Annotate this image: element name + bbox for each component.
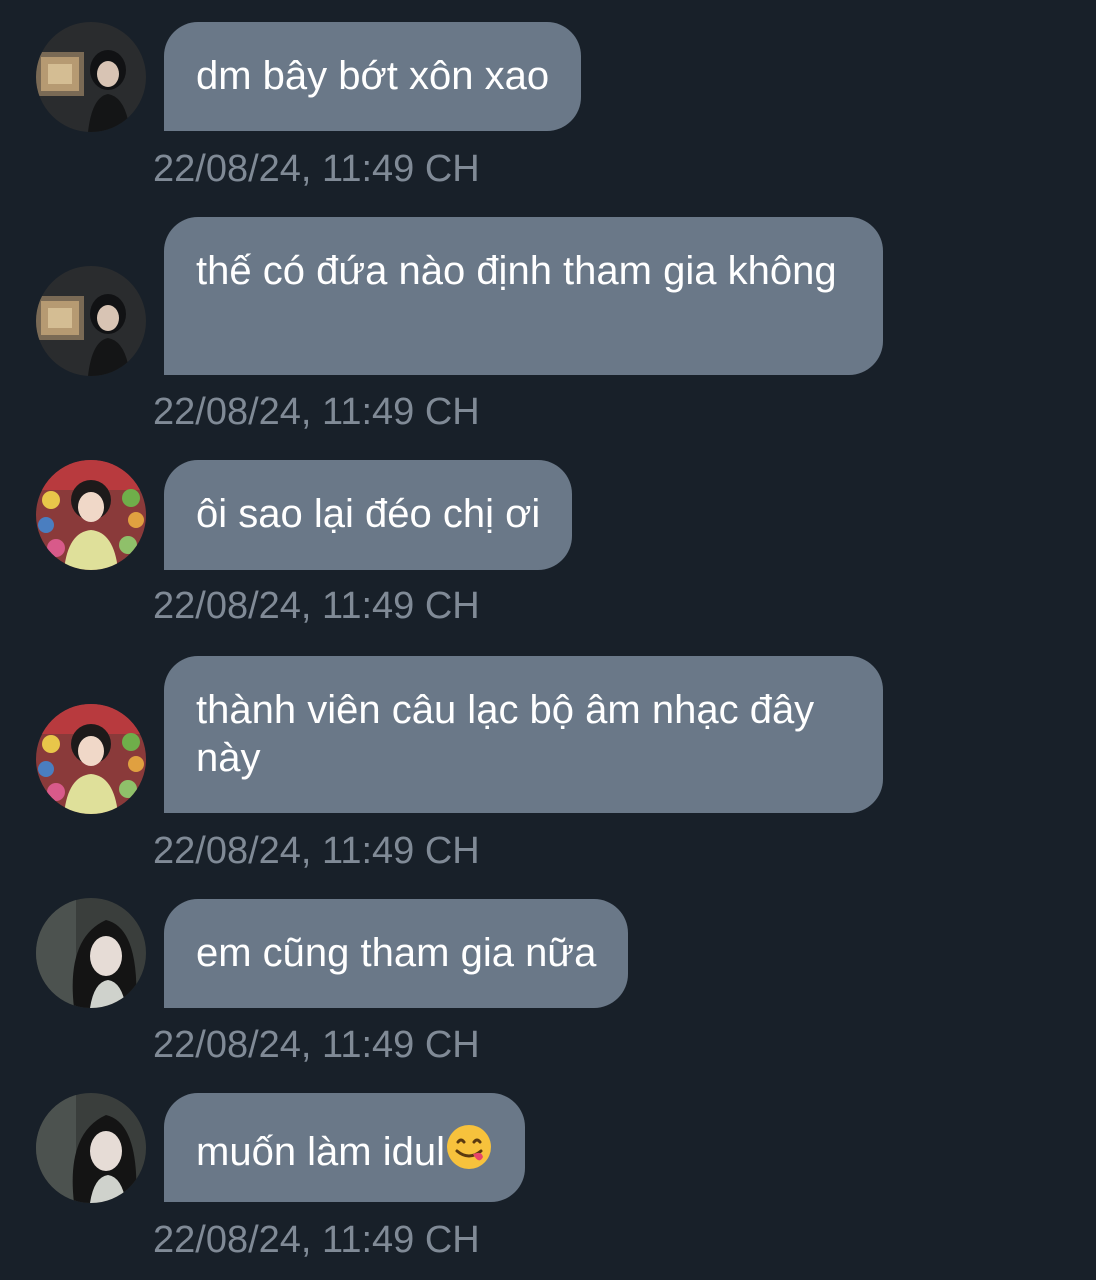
- message-bubble[interactable]: ôi sao lại đéo chị ơi: [164, 460, 573, 570]
- avatar-dark-room-icon: [36, 266, 146, 376]
- avatar-colorful-shelf-icon: [36, 704, 146, 814]
- message-timestamp: 22/08/24, 11:49 CH: [153, 391, 480, 433]
- avatar[interactable]: [36, 266, 146, 376]
- avatar-long-hair-icon: [36, 1093, 146, 1203]
- message-timestamp: 22/08/24, 11:49 CH: [153, 148, 480, 190]
- message-text: dm bây bớt xôn xao: [196, 54, 550, 98]
- message-timestamp: 22/08/24, 11:49 CH: [153, 830, 480, 872]
- message-timestamp: 22/08/24, 11:49 CH: [153, 585, 480, 627]
- face-savoring-food-emoji-icon: [447, 1125, 492, 1169]
- message-text: em cũng tham gia nữa: [196, 931, 597, 975]
- chat-log: dm bây bớt xôn xao 22/08/24, 11:49 CH th…: [0, 0, 1096, 1280]
- avatar[interactable]: [36, 22, 146, 132]
- message-bubble[interactable]: thành viên câu lạc bộ âm nhạc đây này: [164, 656, 883, 813]
- message-timestamp: 22/08/24, 11:49 CH: [153, 1219, 480, 1261]
- message-timestamp: 22/08/24, 11:49 CH: [153, 1024, 480, 1066]
- message-bubble[interactable]: dm bây bớt xôn xao: [164, 22, 582, 131]
- avatar[interactable]: [36, 1093, 146, 1203]
- avatar-dark-room-icon: [36, 22, 146, 132]
- avatar-colorful-shelf-icon: [36, 460, 146, 570]
- message-bubble[interactable]: thế có đứa nào định tham gia không: [164, 217, 883, 375]
- message-text: ôi sao lại đéo chị ơi: [196, 492, 541, 536]
- avatar[interactable]: [36, 704, 146, 814]
- message-bubble[interactable]: muốn làm idul: [164, 1093, 526, 1202]
- avatar-long-hair-icon: [36, 898, 146, 1008]
- avatar[interactable]: [36, 898, 146, 1008]
- message-text: thành viên câu lạc bộ âm nhạc đây này: [196, 688, 815, 780]
- message-bubble[interactable]: em cũng tham gia nữa: [164, 899, 629, 1008]
- avatar[interactable]: [36, 460, 146, 570]
- message-text: thế có đứa nào định tham gia không: [196, 249, 837, 293]
- message-text: muốn làm idul: [196, 1130, 446, 1174]
